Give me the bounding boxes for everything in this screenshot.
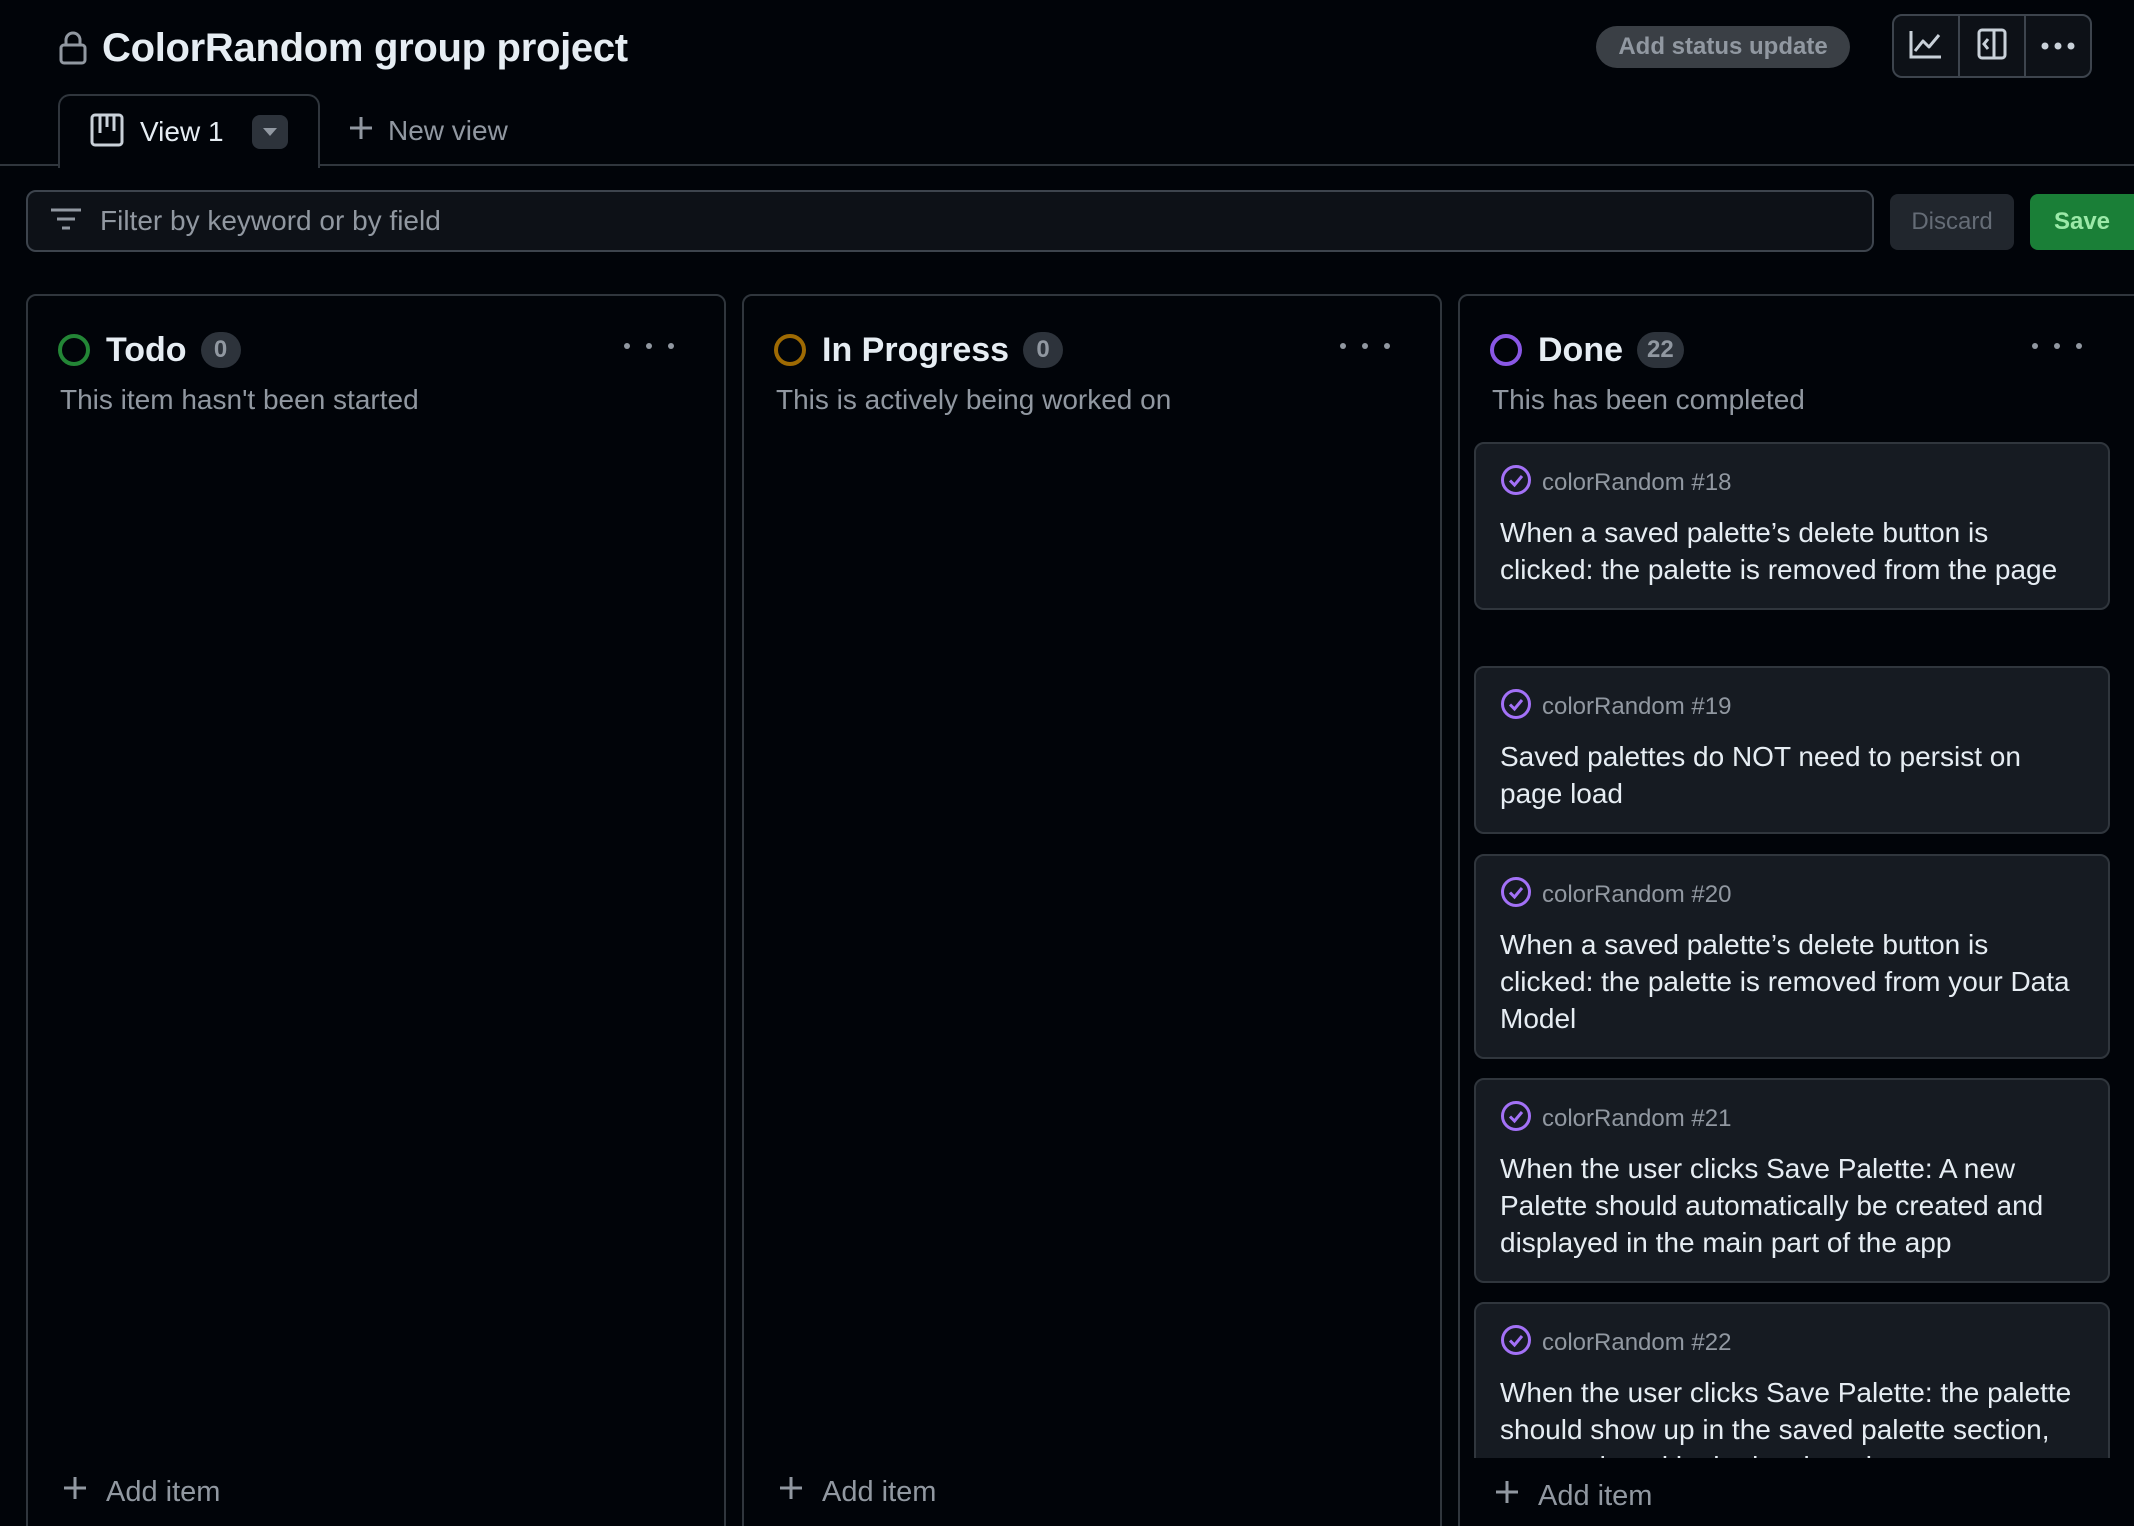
column-description: This is actively being worked on [776,384,1172,415]
in-progress-status-icon [774,334,806,366]
card-ref-text: colorRandom #20 [1542,881,1732,908]
column-title: In Progress [822,330,1010,369]
issue-card[interactable]: colorRandom #19 Saved palettes do NOT ne… [1474,666,2110,834]
card-ref-text: colorRandom #19 [1542,693,1732,720]
insights-button[interactable] [1894,16,1960,76]
issue-closed-icon [1500,876,1532,915]
add-item-label: Add item [106,1475,221,1508]
plus-icon [778,1475,804,1509]
todo-status-icon [58,334,90,366]
insights-graph-icon [1909,29,1943,64]
discard-button[interactable]: Discard [1890,194,2014,250]
column-title: Todo [106,330,187,369]
project-toolbar [1892,14,2092,78]
item-count-badge: 0 [200,332,241,368]
filter-input[interactable]: Filter by keyword or by field [26,190,1874,252]
column-menu-icon[interactable] [624,330,674,362]
item-count-badge: 0 [1023,332,1064,368]
card-title[interactable]: Saved palettes do NOT need to persist on… [1500,738,2084,812]
title-row: ColorRandom group project [58,22,628,74]
item-count-badge: 22 [1637,332,1684,368]
more-options-icon [2041,37,2075,55]
board-layout-icon [90,113,124,152]
column-todo: Todo 0 This item hasn't been started Add… [26,294,726,1526]
column-header: Todo 0 [58,326,241,374]
issue-closed-icon [1500,688,1532,727]
plus-icon [348,115,374,148]
issue-closed-icon [1500,1324,1532,1363]
card-list[interactable]: colorRandom #18 When a saved palette’s d… [1474,442,2134,1458]
add-item-label: Add item [822,1475,937,1508]
filter-placeholder: Filter by keyword or by field [100,205,441,236]
column-title: Done [1538,330,1623,369]
issue-card[interactable]: colorRandom #22 When the user clicks Sav… [1474,1302,2110,1458]
column-header: Done 22 [1490,326,1684,374]
page-title[interactable]: ColorRandom group project [102,26,628,71]
add-item-label: Add item [1538,1479,1653,1512]
card-title[interactable]: When a saved palette’s delete button is … [1500,926,2084,1037]
issue-card[interactable]: colorRandom #18 When a saved palette’s d… [1474,442,2110,610]
project-header: ColorRandom group project Add status upd… [0,0,2134,168]
side-panel-icon [1977,28,2007,65]
card-ref-text: colorRandom #18 [1542,469,1732,496]
plus-icon [62,1475,88,1509]
add-item-button[interactable]: Add item [62,1472,220,1512]
chevron-down-icon [262,123,277,141]
save-button[interactable]: Save [2030,194,2134,250]
more-options-button[interactable] [2026,16,2090,76]
card-reference[interactable]: colorRandom #18 [1500,464,2084,503]
card-ref-text: colorRandom #21 [1542,1105,1732,1132]
issue-card[interactable]: colorRandom #20 When a saved palette’s d… [1474,854,2110,1059]
issue-closed-icon [1500,464,1532,503]
add-item-button[interactable]: Add item [1494,1476,1652,1516]
lock-icon [58,31,88,65]
card-reference[interactable]: colorRandom #21 [1500,1100,2084,1139]
issue-card[interactable]: colorRandom #21 When the user clicks Sav… [1474,1078,2110,1283]
issue-closed-icon [1500,1100,1532,1139]
tab-label: View 1 [140,116,224,147]
view-options-dropdown[interactable] [251,115,288,149]
card-title[interactable]: When the user clicks Save Palette: A new… [1500,1150,2084,1261]
tab-view-1[interactable]: View 1 [58,94,320,168]
filter-icon [50,207,82,236]
add-status-update-button[interactable]: Add status update [1596,26,1850,68]
column-in-progress: In Progress 0 This is actively being wor… [742,294,1442,1526]
plus-icon [1494,1479,1520,1513]
card-ref-text: colorRandom #22 [1542,1329,1732,1356]
card-reference[interactable]: colorRandom #20 [1500,876,2084,915]
column-header: In Progress 0 [774,326,1064,374]
column-menu-icon[interactable] [1340,330,1390,362]
card-title[interactable]: When a saved palette’s delete button is … [1500,514,2084,588]
card-reference[interactable]: colorRandom #19 [1500,688,2084,727]
card-reference[interactable]: colorRandom #22 [1500,1324,2084,1363]
column-done: Done 22 This has been completed colorRan… [1458,294,2134,1526]
column-description: This item hasn't been started [60,384,419,415]
column-description: This has been completed [1492,384,1805,415]
new-view-button[interactable]: New view [348,108,508,154]
done-status-icon [1490,334,1522,366]
new-view-label: New view [388,115,508,146]
add-item-button[interactable]: Add item [778,1472,936,1512]
card-title[interactable]: When the user clicks Save Palette: the p… [1500,1374,2084,1458]
column-menu-icon[interactable] [2032,330,2082,362]
side-panel-button[interactable] [1960,16,2026,76]
